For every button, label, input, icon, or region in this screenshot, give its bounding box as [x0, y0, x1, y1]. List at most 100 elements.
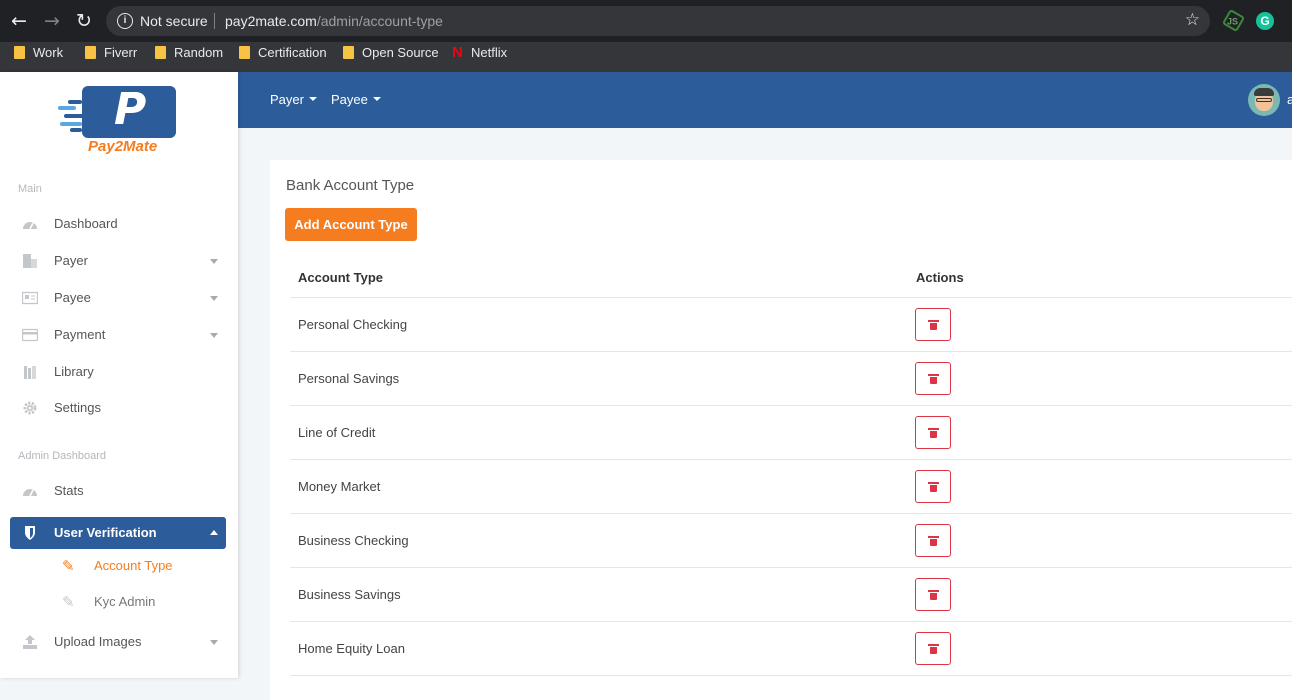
- sidebar-item-payment[interactable]: Payment: [10, 319, 226, 351]
- upload-icon: [23, 635, 37, 649]
- pencil-icon: ✎: [62, 593, 75, 611]
- table-row: Business Savings: [290, 567, 1292, 622]
- bookmark-certification[interactable]: Certification: [239, 42, 327, 72]
- column-header-account-type: Account Type: [298, 270, 383, 285]
- table-row: Personal Checking: [290, 297, 1292, 352]
- bookmark-open-source[interactable]: Open Source: [343, 42, 439, 72]
- reload-icon[interactable]: ↻: [73, 10, 95, 32]
- logo-speed-line: [64, 114, 84, 118]
- folder-icon: [239, 46, 250, 59]
- back-arrow-icon[interactable]: ←: [8, 10, 30, 32]
- url-text[interactable]: pay2mate.com/admin/account-type: [225, 13, 443, 29]
- sidebar-item-label: Stats: [54, 483, 84, 498]
- logo-letter: P: [114, 84, 147, 135]
- folder-icon: [85, 46, 96, 59]
- section-label-admin: Admin Dashboard: [18, 450, 107, 462]
- credit-card-icon: [22, 328, 38, 342]
- logo-speed-line: [68, 100, 82, 104]
- account-type-cell: Personal Checking: [298, 317, 408, 332]
- chevron-down-icon: [210, 296, 218, 301]
- delete-button[interactable]: [915, 362, 951, 395]
- sidebar-item-label: Payment: [54, 327, 106, 342]
- bookmarks-bar: Work Fiverr Random Certification Open So…: [0, 42, 1292, 72]
- shield-icon: [25, 526, 35, 540]
- sidebar-subitem-account-type[interactable]: ✎ Account Type: [60, 553, 230, 579]
- sidebar-item-payee[interactable]: Payee: [10, 282, 226, 314]
- sidebar-item-label: Payer: [54, 253, 88, 268]
- account-type-cell: Money Market: [298, 479, 381, 494]
- table-row: Money Market: [290, 459, 1292, 514]
- table-row: Line of Credit: [290, 405, 1292, 460]
- chevron-up-icon: [210, 530, 218, 535]
- bookmark-work[interactable]: Work: [14, 42, 63, 72]
- nodejs-extension-icon[interactable]: JS: [1221, 8, 1246, 33]
- pay2mate-logo[interactable]: P Pay2Mate: [58, 84, 178, 159]
- top-navbar: Payer Payee a: [238, 72, 1292, 128]
- netflix-icon: N: [452, 44, 463, 61]
- table-row: Personal Savings: [290, 351, 1292, 406]
- sidebar-item-label: Settings: [54, 400, 101, 415]
- avatar-hair: [1254, 88, 1274, 96]
- sidebar-item-label: User Verification: [54, 525, 157, 540]
- forward-arrow-icon[interactable]: →: [41, 10, 63, 32]
- sidebar-item-upload-images[interactable]: Upload Images: [10, 626, 226, 658]
- table-row: Home Equity Loan: [290, 621, 1292, 676]
- sidebar-item-label: Payee: [54, 290, 91, 305]
- folder-icon: [343, 46, 354, 59]
- delete-button[interactable]: [915, 470, 951, 503]
- logo-speed-line: [70, 128, 82, 132]
- account-type-cell: Business Savings: [298, 587, 401, 602]
- sidebar-item-settings[interactable]: Settings: [10, 392, 226, 424]
- sidebar-item-stats[interactable]: Stats: [10, 475, 226, 507]
- library-icon: [24, 366, 36, 379]
- trash-icon: [928, 536, 939, 546]
- dashboard-icon: [23, 222, 37, 230]
- chevron-down-icon: [372, 97, 381, 101]
- avatar[interactable]: [1248, 84, 1280, 116]
- bookmark-netflix[interactable]: N Netflix: [452, 42, 507, 72]
- url-separator: [214, 13, 215, 29]
- grammarly-extension-icon[interactable]: G: [1256, 12, 1274, 30]
- delete-button[interactable]: [915, 632, 951, 665]
- sidebar-item-user-verification[interactable]: User Verification: [10, 517, 226, 549]
- sidebar-item-label: Dashboard: [54, 216, 118, 231]
- chevron-down-icon: [210, 333, 218, 338]
- account-type-cell: Home Equity Loan: [298, 641, 405, 656]
- trash-icon: [928, 482, 939, 492]
- gear-icon: [23, 401, 37, 415]
- delete-button[interactable]: [915, 416, 951, 449]
- folder-icon: [155, 46, 166, 59]
- bookmark-fiverr[interactable]: Fiverr: [85, 42, 137, 72]
- top-menu-payee[interactable]: Payee: [331, 92, 381, 107]
- sidebar-item-dashboard[interactable]: Dashboard: [10, 208, 226, 240]
- top-menu-payer[interactable]: Payer: [270, 92, 317, 107]
- section-label-main: Main: [18, 183, 42, 195]
- table-row-divider: [290, 675, 1292, 696]
- address-bar[interactable]: i Not secure pay2mate.com/admin/account-…: [106, 6, 1210, 36]
- user-name[interactable]: a: [1287, 92, 1292, 107]
- bookmark-star-icon[interactable]: ☆: [1185, 10, 1200, 30]
- folder-icon: [14, 46, 25, 59]
- delete-button[interactable]: [915, 578, 951, 611]
- column-header-actions: Actions: [916, 270, 964, 285]
- sidebar: P Pay2Mate Main Dashboard Payer Payee Pa…: [0, 72, 238, 678]
- delete-button[interactable]: [915, 308, 951, 341]
- sidebar-subitem-label: Account Type: [94, 558, 173, 573]
- delete-button[interactable]: [915, 524, 951, 557]
- bookmark-random[interactable]: Random: [155, 42, 223, 72]
- browser-toolbar: ← → ↻ i Not secure pay2mate.com/admin/ac…: [0, 0, 1292, 42]
- chevron-down-icon: [210, 640, 218, 645]
- sidebar-subitem-kyc-admin[interactable]: ✎ Kyc Admin: [60, 589, 230, 615]
- add-account-type-button[interactable]: Add Account Type: [285, 208, 417, 241]
- logo-text: Pay2Mate: [88, 138, 158, 155]
- security-status[interactable]: Not secure: [140, 13, 208, 29]
- sidebar-item-library[interactable]: Library: [10, 356, 226, 388]
- info-icon[interactable]: i: [117, 13, 133, 29]
- account-type-cell: Personal Savings: [298, 371, 400, 386]
- page-title: Bank Account Type: [286, 177, 415, 194]
- payer-icon: [23, 254, 37, 268]
- trash-icon: [928, 320, 939, 330]
- sidebar-item-payer[interactable]: Payer: [10, 245, 226, 277]
- sidebar-subitem-label: Kyc Admin: [94, 594, 156, 609]
- avatar-glasses: [1256, 98, 1272, 102]
